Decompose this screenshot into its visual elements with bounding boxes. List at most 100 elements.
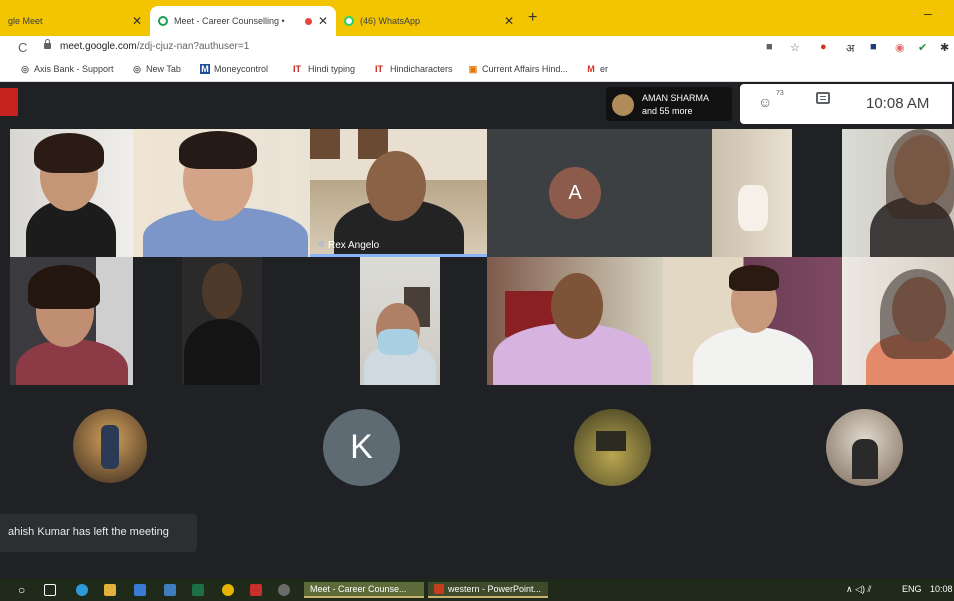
close-tab-icon[interactable]: ✕ (318, 14, 328, 28)
people-count: 73 (776, 90, 784, 97)
video-tile[interactable]: A (487, 129, 712, 257)
tab-title: Meet - Career Counselling • (174, 16, 285, 26)
chat-icon[interactable] (816, 92, 830, 104)
check-icon[interactable]: ✔ (918, 41, 927, 54)
gmail-icon: M (587, 64, 595, 74)
tab-whatsapp[interactable]: (46) WhatsApp ✕ (336, 6, 522, 36)
speaking-icon: ıll (318, 240, 324, 249)
close-tab-icon[interactable]: ✕ (132, 14, 142, 28)
video-tile[interactable] (663, 257, 842, 385)
avatar (612, 94, 634, 116)
bookmark-axis-bank[interactable]: ◎ Axis Bank - Support (20, 64, 113, 74)
globe-icon: ◎ (21, 64, 29, 74)
windows-taskbar: ○ Meet - Career Counse... western - Powe… (0, 579, 954, 601)
bookmark-moneycontrol[interactable]: M Moneycontrol (200, 64, 268, 74)
chrome-icon[interactable] (222, 582, 234, 598)
meeting-clock: 10:08 AM (866, 95, 930, 112)
language-indicator[interactable]: ENG (902, 584, 922, 594)
avatar[interactable] (73, 409, 147, 483)
globe-icon: ◎ (133, 64, 141, 74)
puzzle-icon[interactable]: ✱ (940, 41, 949, 54)
task-view-icon[interactable] (44, 582, 56, 598)
extension-circle-icon[interactable]: ◉ (895, 41, 905, 54)
toast-text: ahish Kumar has left the meeting (8, 526, 169, 538)
avatar[interactable] (574, 409, 651, 486)
start-search-icon[interactable]: ○ (18, 582, 25, 598)
meet-favicon-icon (158, 16, 168, 26)
bookmark-current-affairs[interactable]: ▣ Current Affairs Hind... (468, 64, 568, 74)
bookmark-hindicharacters[interactable]: IT Hindicharacters (372, 64, 453, 74)
address-bar: C meet.google.com/zdj-cjuz-nan?authuser=… (0, 36, 954, 60)
video-tile[interactable] (133, 129, 310, 257)
bookmark-new-tab[interactable]: ◎ New Tab (132, 64, 181, 74)
notification-toast: ahish Kumar has left the meeting (0, 514, 197, 552)
moneycontrol-icon: M (200, 64, 210, 74)
star-icon[interactable]: ☆ (790, 41, 800, 54)
bookmark-gmail[interactable]: M er (586, 64, 608, 74)
extension-hindi-icon[interactable]: अ (846, 41, 854, 56)
video-tile[interactable] (487, 257, 663, 385)
edge-icon[interactable] (76, 582, 88, 598)
new-tab-button[interactable]: + (528, 9, 537, 27)
bookmarks-bar: ◎ Axis Bank - Support ◎ New Tab M Moneyc… (0, 60, 954, 82)
avatar[interactable]: K (323, 409, 400, 486)
taskbar-app-label: western - PowerPoint... (448, 584, 542, 594)
video-tile[interactable] (842, 129, 954, 257)
bookmark-label: Current Affairs Hind... (482, 64, 568, 74)
presenter-chip[interactable]: AMAN SHARMA and 55 more (606, 87, 732, 121)
extension-square-icon[interactable]: ■ (870, 41, 877, 53)
video-tile[interactable]: ıll Rex Angelo (310, 129, 487, 257)
reload-icon[interactable]: C (18, 40, 27, 55)
taskbar-clock[interactable]: 10:08 (930, 584, 953, 594)
acrobat-icon[interactable] (250, 582, 262, 598)
taskbar-app-powerpoint[interactable]: western - PowerPoint... (428, 582, 548, 598)
presenter-more: and 55 more (642, 106, 693, 116)
video-tile[interactable] (712, 129, 792, 257)
url-host: meet.google.com (60, 41, 137, 52)
page-icon: ▣ (468, 64, 478, 74)
bookmark-label: New Tab (146, 64, 181, 74)
camera-icon[interactable]: ■ (766, 41, 773, 53)
it-logo-icon: IT (375, 64, 383, 74)
video-tile[interactable] (10, 129, 133, 257)
video-tile[interactable] (10, 257, 133, 385)
tab-meet-career-counselling[interactable]: Meet - Career Counselling • ✕ (150, 6, 336, 36)
meet-stage: AMAN SHARMA and 55 more ☺ 73 10:08 AM ıl… (0, 82, 954, 579)
whatsapp-favicon-icon (344, 16, 354, 26)
recording-dot-icon (304, 17, 312, 25)
url-field[interactable]: meet.google.com/zdj-cjuz-nan?authuser=1 (60, 41, 249, 52)
tab-google-meet[interactable]: gle Meet ✕ (0, 6, 150, 36)
app-icon[interactable] (278, 582, 290, 598)
close-tab-icon[interactable]: ✕ (504, 14, 514, 28)
powerpoint-icon (434, 584, 444, 594)
video-tile[interactable] (182, 257, 262, 385)
avatar[interactable] (826, 409, 903, 486)
meet-top-controls: ☺ 73 10:08 AM (740, 84, 952, 124)
avatar: A (549, 167, 601, 219)
bookmark-label: er (600, 64, 609, 74)
app-icon[interactable] (164, 582, 176, 598)
minimize-button[interactable]: – (924, 5, 932, 21)
file-explorer-icon[interactable] (104, 582, 116, 598)
bookmark-label: Hindicharacters (390, 64, 453, 74)
pinterest-icon[interactable]: ● (820, 41, 827, 53)
video-tile[interactable] (360, 257, 440, 385)
tab-title: (46) WhatsApp (360, 16, 421, 26)
taskbar-app-label: Meet - Career Counse... (310, 584, 407, 594)
bookmark-hindi-typing[interactable]: IT Hindi typing (290, 64, 355, 74)
participant-name: Rex Angelo (328, 240, 380, 251)
excel-icon[interactable] (192, 582, 204, 598)
it-logo-icon: IT (293, 64, 301, 74)
url-path: /zdj-cjuz-nan?authuser=1 (136, 41, 250, 52)
video-tile[interactable] (842, 257, 954, 385)
tab-title: gle Meet (8, 16, 43, 26)
browser-tabstrip: gle Meet ✕ Meet - Career Counselling • ✕… (0, 0, 954, 36)
taskbar-app-meet[interactable]: Meet - Career Counse... (304, 582, 424, 598)
tray-icons[interactable]: ∧ ◁) ⫽ (846, 584, 872, 595)
people-icon[interactable]: ☺ (758, 94, 772, 110)
presenter-name: AMAN SHARMA (642, 93, 710, 103)
bookmark-label: Moneycontrol (214, 64, 269, 74)
store-icon[interactable] (134, 582, 146, 598)
meeting-indicator (0, 88, 18, 116)
lock-icon[interactable] (44, 39, 51, 49)
